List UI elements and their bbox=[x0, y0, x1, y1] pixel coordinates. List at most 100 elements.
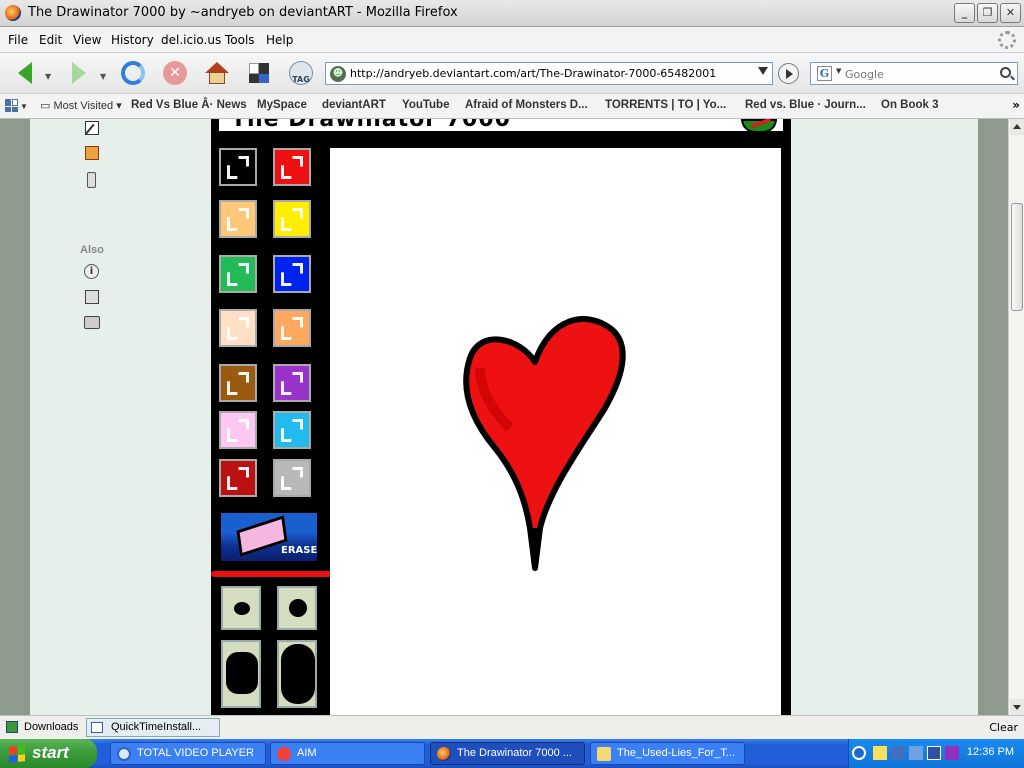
heart-drip bbox=[532, 527, 537, 569]
bookmarks-menu-icon[interactable] bbox=[5, 99, 18, 112]
edit-icon[interactable] bbox=[85, 121, 99, 135]
back-button[interactable] bbox=[10, 59, 40, 87]
tray-monitor-icon[interactable] bbox=[927, 746, 941, 760]
tray-note-icon[interactable] bbox=[873, 746, 887, 760]
task-firefox-drawinator[interactable]: The Drawinator 7000 ... bbox=[430, 742, 585, 765]
tray-app-icon[interactable] bbox=[945, 746, 959, 760]
color-swatch-cyan[interactable] bbox=[273, 411, 311, 449]
task-total-video-player[interactable]: TOTAL VIDEO PLAYER bbox=[110, 742, 266, 765]
color-swatch-peach[interactable] bbox=[219, 200, 257, 238]
go-button[interactable] bbox=[778, 63, 799, 84]
brush-large-icon bbox=[226, 652, 258, 694]
color-swatch-brown[interactable] bbox=[219, 364, 257, 402]
brush-large-button[interactable] bbox=[221, 640, 261, 708]
google-engine-icon[interactable]: G bbox=[817, 66, 832, 81]
task-folder-used-lies[interactable]: The_Used-Lies_For_T... bbox=[590, 742, 745, 765]
color-swatch-green[interactable] bbox=[219, 255, 257, 293]
tray-network-alt-icon[interactable] bbox=[909, 746, 923, 760]
tray-network-icon[interactable] bbox=[891, 746, 905, 760]
bookmark-deviantart[interactable]: deviantART bbox=[322, 99, 386, 111]
color-swatch-light-peach[interactable] bbox=[219, 309, 257, 347]
color-swatch-gray[interactable] bbox=[273, 459, 311, 497]
bookmark-rvb-news[interactable]: Red Vs Blue Â· News bbox=[131, 99, 247, 111]
lock-icon[interactable] bbox=[85, 290, 99, 304]
drawinator-app: The Drawinator 7000 ERASE bbox=[211, 119, 791, 715]
brush-xlarge-button[interactable] bbox=[277, 640, 317, 708]
url-dropdown-icon[interactable] bbox=[758, 67, 768, 75]
bookmark-on-book-3[interactable]: On Book 3 bbox=[881, 99, 939, 111]
engine-dropdown-icon[interactable]: ▼ bbox=[836, 67, 841, 75]
bookmark-youtube[interactable]: YouTube bbox=[402, 99, 449, 111]
close-button[interactable]: ✕ bbox=[1000, 3, 1021, 23]
phone-icon[interactable] bbox=[87, 172, 96, 188]
window-titlebar[interactable]: The Drawinator 7000 by ~andryeb on devia… bbox=[0, 0, 1024, 27]
scroll-thumb[interactable] bbox=[1011, 203, 1023, 311]
selection-divider bbox=[211, 571, 333, 577]
search-input[interactable] bbox=[845, 66, 985, 82]
aim-icon bbox=[277, 747, 291, 761]
folder-icon bbox=[597, 747, 611, 761]
task-label: TOTAL VIDEO PLAYER bbox=[137, 747, 254, 759]
menu-tools[interactable]: Tools bbox=[225, 33, 255, 47]
stop-button[interactable]: ✕ bbox=[160, 59, 190, 87]
forward-history-dropdown-icon[interactable]: ▼ bbox=[100, 72, 106, 81]
bookmark-torrents[interactable]: TORRENTS | TO | Yo... bbox=[605, 99, 726, 111]
menu-file[interactable]: File bbox=[8, 33, 28, 47]
scroll-down-icon[interactable] bbox=[1010, 699, 1024, 715]
color-swatch-black[interactable] bbox=[219, 148, 257, 186]
url-input[interactable] bbox=[350, 65, 750, 82]
color-swatch-red[interactable] bbox=[273, 148, 311, 186]
home-button[interactable] bbox=[202, 59, 232, 87]
firefox-icon bbox=[5, 5, 21, 21]
tag-icon: TAG bbox=[289, 61, 313, 85]
maximize-button[interactable]: ❐ bbox=[977, 3, 998, 23]
info-icon[interactable]: i bbox=[84, 264, 99, 279]
start-button[interactable]: start bbox=[0, 739, 97, 768]
color-swatch-blue[interactable] bbox=[273, 255, 311, 293]
erase-button[interactable]: ERASE bbox=[219, 511, 319, 563]
clear-button[interactable]: Clear bbox=[989, 721, 1018, 734]
downloads-link[interactable]: Downloads bbox=[24, 721, 78, 733]
tv-icon[interactable] bbox=[85, 146, 99, 160]
menu-history[interactable]: History bbox=[111, 33, 154, 47]
bookmark-myspace[interactable]: MySpace bbox=[257, 99, 307, 111]
search-icon[interactable] bbox=[1000, 67, 1011, 78]
url-bar[interactable]: ☻ bbox=[325, 62, 773, 85]
color-swatch-pink[interactable] bbox=[219, 411, 257, 449]
menu-view[interactable]: View bbox=[73, 33, 101, 47]
quicktime-download-item[interactable]: QuickTimeInstall... bbox=[86, 718, 220, 737]
reload-button[interactable] bbox=[118, 59, 148, 87]
brush-small-icon bbox=[234, 602, 250, 615]
tag-button[interactable]: TAG bbox=[286, 59, 316, 87]
bookmark-rvb-journal[interactable]: Red vs. Blue · Journ... bbox=[745, 99, 866, 111]
printer-icon[interactable] bbox=[84, 316, 100, 329]
color-swatch-dark-red[interactable] bbox=[219, 459, 257, 497]
minimize-button[interactable]: _ bbox=[954, 3, 975, 23]
task-aim[interactable]: AIM bbox=[270, 742, 425, 765]
menu-edit[interactable]: Edit bbox=[39, 33, 62, 47]
color-swatch-purple[interactable] bbox=[273, 364, 311, 402]
search-bar[interactable]: G ▼ bbox=[810, 62, 1018, 85]
vertical-scrollbar[interactable] bbox=[1008, 119, 1024, 715]
back-history-dropdown-icon[interactable]: ▼ bbox=[45, 72, 51, 81]
color-swatch-orange[interactable] bbox=[273, 309, 311, 347]
menu-help[interactable]: Help bbox=[266, 33, 293, 47]
menu-delicious[interactable]: del.icio.us bbox=[161, 33, 221, 47]
delicious-button[interactable] bbox=[244, 59, 274, 87]
brush-small-button[interactable] bbox=[221, 586, 261, 630]
bookmark-most-visited[interactable]: ▭ Most Visited ▾ bbox=[40, 99, 122, 112]
delicious-icon bbox=[249, 63, 269, 83]
brush-medium-button[interactable] bbox=[277, 586, 317, 630]
color-swatch-yellow[interactable] bbox=[273, 200, 311, 238]
throbber-icon bbox=[998, 31, 1016, 49]
forward-button[interactable] bbox=[64, 59, 94, 87]
page-content: Also i The Drawinator 7000 ERASE bbox=[0, 119, 1008, 715]
tray-collapse-icon[interactable] bbox=[852, 746, 866, 760]
stop-icon: ✕ bbox=[163, 61, 187, 85]
navigation-toolbar: ▼ ▼ ✕ TAG ☻ G ▼ bbox=[0, 53, 1024, 94]
bookmarks-overflow-icon[interactable]: » bbox=[1012, 98, 1020, 112]
scroll-up-icon[interactable] bbox=[1010, 119, 1024, 135]
drawing-canvas[interactable] bbox=[330, 148, 781, 715]
bookmark-afraid-of-monsters[interactable]: Afraid of Monsters D... bbox=[465, 99, 588, 111]
bookmarks-menu-dropdown-icon[interactable]: ▼ bbox=[20, 102, 28, 111]
